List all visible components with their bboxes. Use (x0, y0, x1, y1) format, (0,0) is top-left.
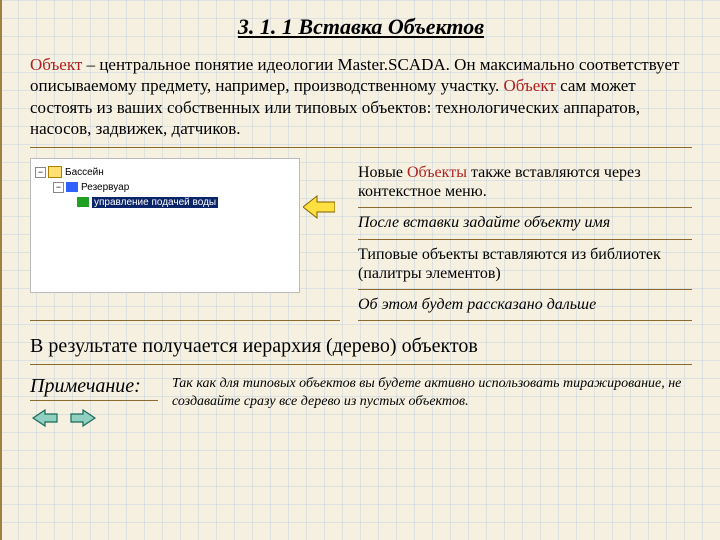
keyword-object-2: Объект (504, 76, 556, 95)
prev-button[interactable] (30, 407, 60, 429)
object-icon (66, 182, 78, 192)
note-block-2: После вставки задайте объекту имя (358, 208, 692, 239)
object-tree: −Бассейн −Резервуар управление подачей в… (30, 158, 300, 293)
note-block-1: Новые Объекты также вставляются через ко… (358, 158, 692, 208)
next-button[interactable] (68, 407, 98, 429)
tree-item-2: Резервуар (81, 182, 129, 193)
nav-arrows (30, 407, 158, 429)
keyword-objects: Объекты (407, 164, 467, 181)
tree-item-3-selected: управление подачей воды (92, 197, 218, 208)
note-block-4: Об этом будет рассказано дальше (358, 290, 692, 321)
folder-icon (48, 166, 62, 178)
right-notes: Новые Объекты также вставляются через ко… (358, 158, 692, 321)
page-title: 3. 1. 1 Вставка Объектов (30, 14, 692, 40)
footnote-text: Так как для типовых объектов вы будете а… (172, 375, 692, 410)
pointer-arrow-icon (303, 194, 335, 220)
footnote-label: Примечание: (30, 375, 158, 401)
tree-item-1: Бассейн (65, 167, 104, 178)
note-block-3: Типовые объекты вставляются из библиотек… (358, 240, 692, 290)
keyword-object-1: Объект (30, 55, 82, 74)
note1-a: Новые (358, 164, 407, 181)
tree-screenshot-area: −Бассейн −Резервуар управление подачей в… (30, 158, 340, 321)
result-line: В результате получается иерархия (дерево… (30, 335, 692, 365)
intro-paragraph: Объект – центральное понятие идеологии M… (30, 54, 692, 148)
object-icon (77, 197, 89, 207)
